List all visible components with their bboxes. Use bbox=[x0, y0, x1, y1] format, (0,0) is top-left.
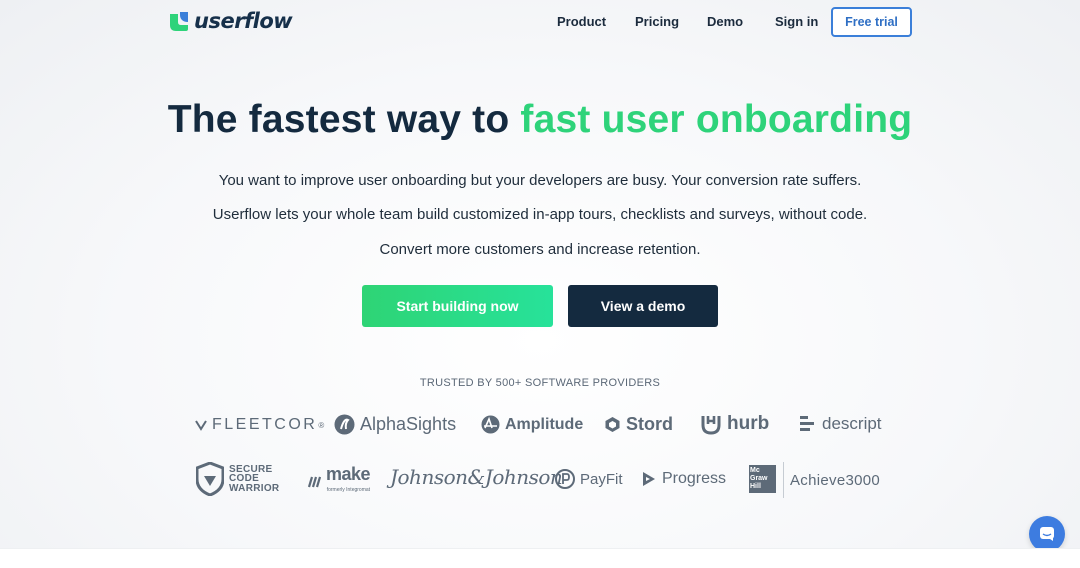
amplitude-mark-icon bbox=[481, 415, 500, 434]
hurb-text: hurb bbox=[727, 413, 770, 434]
make-mark-icon bbox=[307, 476, 321, 488]
make-logo: make formerly Integromat bbox=[307, 464, 371, 498]
make-subtext: formerly Integromat bbox=[326, 487, 371, 493]
achieve-text: Achieve3000 bbox=[790, 472, 881, 489]
payfit-mark-icon bbox=[555, 469, 575, 489]
hurb-mark-icon bbox=[701, 416, 721, 435]
hero-subtitle-line-3: Convert more customers and increase rete… bbox=[379, 241, 701, 258]
fleetcor-text: FLEETCOR bbox=[212, 416, 318, 433]
free-trial-button[interactable]: Free trial bbox=[831, 7, 912, 37]
nav-demo[interactable]: Demo bbox=[707, 14, 743, 29]
hurb-logo: hurb bbox=[700, 413, 769, 435]
descript-text: descript bbox=[822, 414, 882, 433]
descript-logo: descript bbox=[799, 414, 882, 434]
progress-logo: Progress bbox=[641, 470, 726, 488]
main-nav: Product Pricing Demo Sign in bbox=[0, 14, 1080, 34]
mgh-line-1: Mc bbox=[750, 467, 760, 474]
view-demo-button[interactable]: View a demo bbox=[568, 285, 718, 327]
descript-mark-icon bbox=[800, 416, 814, 431]
amplitude-logo: Amplitude bbox=[481, 415, 583, 434]
mgh-line-2: Graw bbox=[750, 475, 768, 482]
stord-text: Stord bbox=[626, 414, 673, 434]
chat-bubble-icon bbox=[1040, 527, 1054, 541]
chat-launcher-button[interactable] bbox=[1029, 516, 1065, 552]
johnson-johnson-logo: Johnson&Johnson bbox=[390, 465, 563, 489]
trusted-by-label: TRUSTED BY 500+ SOFTWARE PROVIDERS bbox=[419, 377, 661, 389]
nav-product[interactable]: Product bbox=[557, 14, 606, 29]
alphasights-mark-icon bbox=[334, 414, 355, 435]
progress-mark-icon bbox=[643, 472, 655, 486]
shield-icon bbox=[196, 462, 224, 496]
hero-subtitle-line-2: Userflow lets your whole team build cust… bbox=[212, 206, 868, 223]
scw-line-3: WARRIOR bbox=[229, 482, 280, 494]
logo-divider bbox=[783, 462, 784, 498]
achieve3000-logo: Achieve3000 bbox=[790, 472, 880, 489]
mcgraw-hill-logo: Mc Graw Hill bbox=[749, 465, 776, 493]
next-section-panel bbox=[0, 548, 1080, 568]
fleetcor-mark-icon bbox=[195, 420, 207, 431]
start-building-button[interactable]: Start building now bbox=[362, 285, 553, 327]
hero-title: The fastest way to fast user onboarding bbox=[0, 98, 1080, 142]
secure-code-warrior-logo: SECURE CODE WARRIOR bbox=[196, 462, 279, 496]
payfit-logo: PayFit bbox=[555, 469, 623, 489]
make-text: make bbox=[326, 464, 371, 484]
johnson-text: Johnson&Johnson bbox=[390, 465, 563, 489]
site-header: userflow Product Pricing Demo Sign in Fr… bbox=[0, 0, 1080, 44]
stord-mark-icon bbox=[605, 417, 620, 432]
fleetcor-registered: ® bbox=[318, 420, 325, 430]
nav-pricing[interactable]: Pricing bbox=[635, 14, 679, 29]
payfit-text: PayFit bbox=[580, 470, 623, 488]
fleetcor-logo: FLEETCOR ® bbox=[195, 416, 324, 434]
stord-logo: Stord bbox=[604, 414, 673, 435]
hero-subtitle-line-1: You want to improve user onboarding but … bbox=[218, 172, 862, 189]
hero-title-accent: fast user onboarding bbox=[520, 98, 913, 141]
alphasights-text: AlphaSights bbox=[360, 414, 457, 434]
nav-sign-in[interactable]: Sign in bbox=[775, 14, 818, 29]
amplitude-text: Amplitude bbox=[505, 415, 584, 433]
alphasights-logo: AlphaSights bbox=[334, 414, 456, 435]
mgh-line-3: Hill bbox=[750, 483, 761, 490]
progress-text: Progress bbox=[662, 470, 727, 487]
hero-title-start: The fastest way to bbox=[167, 98, 521, 141]
